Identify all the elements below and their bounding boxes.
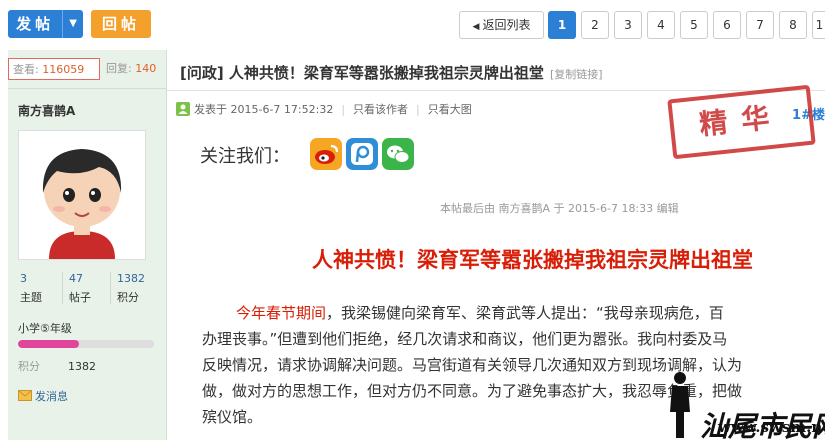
reply-count: 回复: 140 [106, 58, 156, 80]
body-line: 反映情况，请求协调解决问题。马宫街道有关领导几次通知双方到现场调解，认为 [202, 356, 743, 374]
divider [8, 88, 166, 89]
topics-value: 3 [20, 272, 27, 285]
avatar[interactable] [18, 130, 146, 260]
page-7-button[interactable]: 7 [746, 11, 774, 39]
back-to-list-button[interactable]: ◀ 返回列表 [459, 11, 544, 39]
post-headline: 人神共愤！梁育军等嚣张搬掉我祖宗灵牌出祖堂 [312, 248, 753, 272]
page-3-button[interactable]: 3 [614, 11, 642, 39]
credits-value: 1382 [117, 272, 145, 285]
replies-label: 回复: [106, 62, 132, 75]
arrow-left-icon: ◀ [472, 22, 480, 32]
edit-note: 本帖最后由 南方喜鹊A 于 2015-6-7 18:33 编辑 [440, 202, 679, 215]
post-title: [问政] 人神共愤！梁育军等嚣张搬掉我祖宗灵牌出祖堂 [复制链接] [180, 62, 603, 83]
page-1-button[interactable]: 1 [548, 11, 576, 39]
views-label: 查看: [13, 63, 39, 76]
posts-value: 47 [69, 272, 83, 285]
follow-us-label: 关注我们： [200, 146, 290, 167]
grade-progress-bar [18, 340, 154, 348]
views-value: 116059 [42, 63, 85, 76]
view-count: 查看: 116059 [8, 58, 100, 80]
weibo-icon[interactable] [310, 138, 342, 170]
page-2-button[interactable]: 2 [581, 11, 609, 39]
page-8-button[interactable]: 8 [779, 11, 807, 39]
essence-stamp: 精华 [667, 84, 816, 160]
post-button[interactable]: 发帖 ▼ [8, 10, 83, 38]
points-value: 1382 [68, 360, 96, 373]
page-6-button[interactable]: 6 [713, 11, 741, 39]
copy-link[interactable]: [复制链接] [550, 68, 603, 81]
points-row: 积分 1382 [18, 358, 96, 374]
post-title-text: [问政] 人神共愤！梁育军等嚣张搬掉我祖宗灵牌出祖堂 [180, 64, 544, 82]
credits-label: 积分 [117, 291, 139, 304]
send-message-label: 发消息 [35, 390, 68, 403]
envelope-icon [18, 390, 32, 401]
body-highlight: 今年春节期间 [236, 304, 327, 322]
watermark-figure-icon [670, 372, 690, 438]
wechat-icon[interactable] [382, 138, 414, 170]
post-button-label: 发帖 [16, 15, 55, 33]
tencent-weibo-icon[interactable] [346, 138, 378, 170]
body-text: ，我梁锡健向梁育军、梁育武等人提出：“我母亲现病危，百 [326, 304, 724, 322]
side-tab [0, 352, 6, 440]
chevron-down-icon[interactable]: ▼ [62, 10, 83, 38]
online-status-icon [176, 102, 190, 116]
stat-topics[interactable]: 3 主题 [20, 272, 42, 305]
body-line: 今年春节期间，我梁锡健向梁育军、梁育武等人提出：“我母亲现病危，百 [202, 300, 825, 326]
grade-progress-fill [18, 340, 80, 348]
reply-button[interactable]: 回帖 [91, 10, 151, 38]
send-message-link[interactable]: 发消息 [18, 388, 68, 404]
page-4-button[interactable]: 4 [647, 11, 675, 39]
avatar-image [19, 131, 145, 259]
big-image-link[interactable]: 只看大图 [428, 103, 472, 116]
page-next-button[interactable]: 1 [812, 11, 825, 39]
user-grade[interactable]: 小学⑤年级 [18, 320, 72, 336]
only-author-link[interactable]: 只看该作者 [353, 103, 408, 116]
divider [62, 272, 63, 304]
body-line: 做，做对方的思想工作，但对方仍不同意。为了避免事态扩大，我忍辱负重，把做 [202, 382, 743, 400]
back-to-list-label: 返回列表 [482, 18, 531, 32]
author-name[interactable]: 南方喜鹊A [18, 102, 75, 119]
replies-value: 140 [135, 62, 157, 75]
topics-label: 主题 [20, 291, 42, 304]
page-5-button[interactable]: 5 [680, 11, 708, 39]
stat-posts[interactable]: 47 帖子 [69, 272, 91, 305]
divider [110, 272, 111, 304]
watermark-url: www.swsm.net [718, 418, 825, 436]
points-label: 积分 [18, 360, 40, 373]
stat-credits[interactable]: 1382 积分 [117, 272, 145, 305]
body-line: 办理丧事。”但遭到他们拒绝，经几次请求和商议，他们更为嚣张。我向村委及马 [202, 330, 728, 348]
post-time: 发表于 2015-6-7 17:52:32 [194, 103, 334, 116]
posts-label: 帖子 [69, 291, 91, 304]
